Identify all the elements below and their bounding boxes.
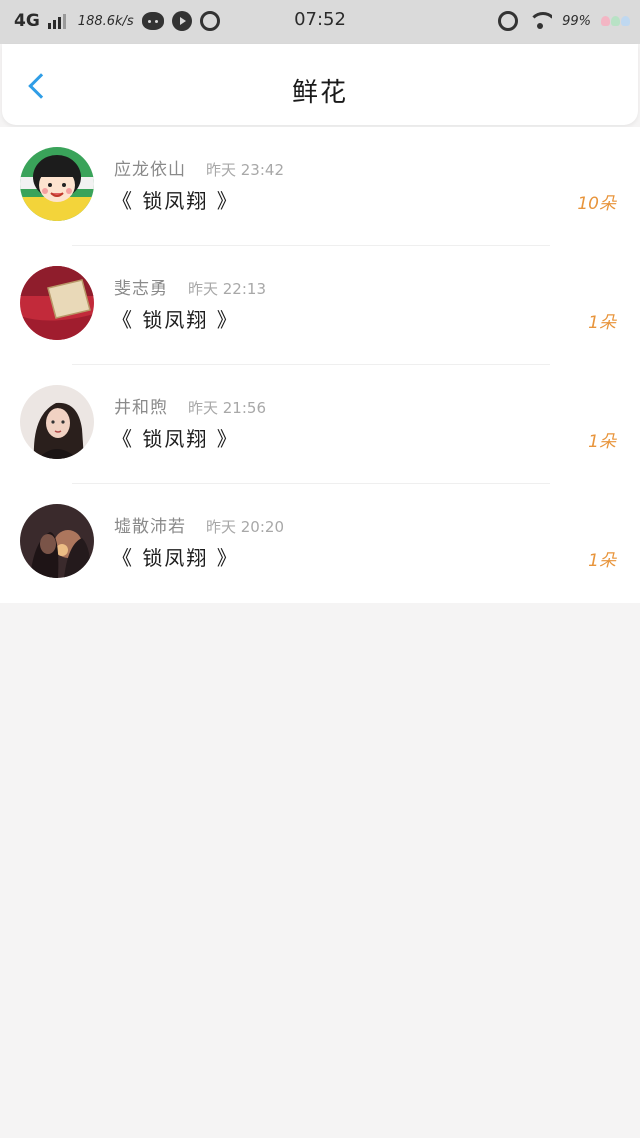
wifi-icon [528, 12, 553, 30]
sender-name: 应龙依山 [114, 160, 186, 180]
list-item[interactable]: 墟散沛若 昨天 20:20 《 锁凤翔 》 1朵 [0, 484, 640, 603]
flower-count: 1朵 [588, 313, 616, 333]
list-item[interactable]: 应龙依山 昨天 23:42 《 锁凤翔 》 10朵 [0, 127, 640, 246]
record-meta: 斐志勇 昨天 22:13 [114, 274, 266, 299]
record-time: 昨天 22:13 [188, 280, 266, 298]
header-bar: 鲜花 [2, 44, 638, 125]
record-time: 昨天 21:56 [188, 399, 266, 417]
flower-count: 10朵 [577, 194, 616, 214]
flower-count: 1朵 [588, 432, 616, 452]
book-title: 《 锁凤翔 》 [112, 189, 239, 213]
sender-name: 斐志勇 [114, 279, 168, 299]
flower-count: 1朵 [588, 551, 616, 571]
avatar[interactable] [20, 147, 94, 221]
page-title: 鲜花 [291, 78, 348, 108]
record-time: 昨天 23:42 [206, 161, 284, 179]
avatar[interactable] [20, 266, 94, 340]
record-meta: 井和煦 昨天 21:56 [114, 393, 266, 418]
status-bar: 4G 188.6k/s 07:52 99% [0, 0, 640, 44]
record-meta: 墟散沛若 昨天 20:20 [114, 512, 284, 537]
avatar[interactable] [20, 504, 94, 578]
sender-name: 墟散沛若 [114, 517, 186, 537]
battery-level: 99% [562, 13, 591, 29]
sender-name: 井和煦 [114, 398, 168, 418]
record-meta: 应龙依山 昨天 23:42 [114, 155, 284, 180]
list-item[interactable]: 斐志勇 昨天 22:13 《 锁凤翔 》 1朵 [0, 246, 640, 365]
battery-icon [601, 16, 630, 26]
status-bar-right: 99% [498, 10, 630, 32]
avatar[interactable] [20, 385, 94, 459]
book-title: 《 锁凤翔 》 [112, 308, 239, 332]
list-item[interactable]: 井和煦 昨天 21:56 《 锁凤翔 》 1朵 [0, 365, 640, 484]
record-time: 昨天 20:20 [206, 518, 284, 536]
book-title: 《 锁凤翔 》 [112, 427, 239, 451]
book-title: 《 锁凤翔 》 [112, 546, 239, 570]
flower-record-list: 应龙依山 昨天 23:42 《 锁凤翔 》 10朵 斐志勇 昨天 22:13 《… [0, 127, 640, 603]
alarm-icon [498, 11, 519, 31]
